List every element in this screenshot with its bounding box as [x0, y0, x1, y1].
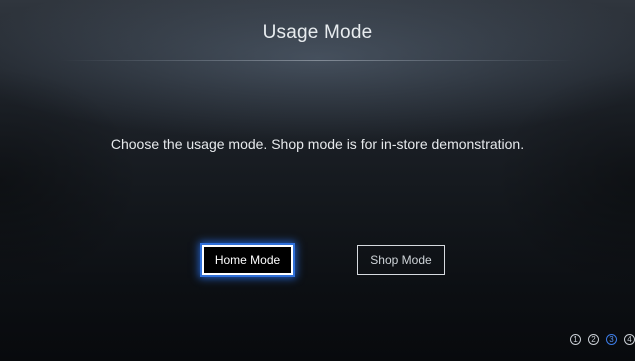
step-indicator: 1 2 3 4	[570, 334, 635, 345]
page-title: Usage Mode	[262, 22, 373, 43]
step-4-indicator: 4	[624, 334, 635, 345]
step-1-indicator: 1	[570, 334, 581, 345]
usage-mode-description: Choose the usage mode. Shop mode is for …	[110, 136, 525, 152]
step-3-indicator: 3	[606, 334, 617, 345]
shop-mode-button[interactable]: Shop Mode	[357, 245, 445, 275]
setup-screen: Usage Mode Choose the usage mode. Shop m…	[0, 0, 635, 361]
home-mode-button[interactable]: Home Mode	[202, 245, 293, 275]
title-divider	[60, 60, 575, 61]
step-2-indicator: 2	[588, 334, 599, 345]
